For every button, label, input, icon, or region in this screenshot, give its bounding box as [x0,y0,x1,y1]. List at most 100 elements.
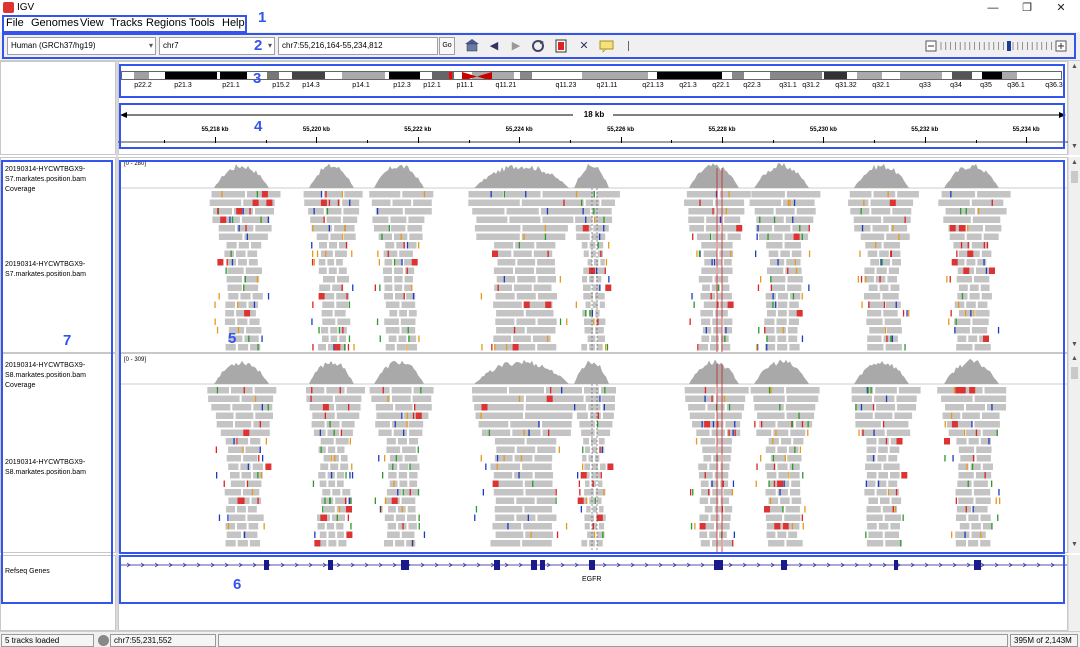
aligned-read[interactable] [976,455,991,462]
aligned-read[interactable] [375,421,390,428]
aligned-read[interactable] [596,344,603,351]
aligned-read[interactable] [338,540,347,547]
aligned-read[interactable] [537,318,557,326]
aligned-read[interactable] [583,250,589,258]
aligned-read[interactable] [710,514,720,522]
aligned-read[interactable] [304,199,322,207]
aligned-read[interactable] [716,523,730,530]
aligned-read[interactable] [494,242,514,249]
aligned-read[interactable] [684,387,716,394]
aligned-read[interactable] [958,250,969,258]
aligned-read[interactable] [966,301,976,309]
aligned-read[interactable] [581,429,595,437]
ideogram-band[interactable] [882,72,900,79]
aligned-read[interactable] [344,191,363,198]
aligned-read[interactable] [235,421,252,428]
aligned-read[interactable] [888,267,899,275]
aligned-read[interactable] [371,395,390,403]
aligned-read[interactable] [868,497,878,505]
ideogram-band[interactable] [744,72,770,79]
aligned-read[interactable] [972,318,989,326]
scroll-down-icon[interactable]: ▼ [1069,341,1080,351]
aligned-read[interactable] [855,412,873,420]
aligned-read[interactable] [973,489,991,496]
aligned-read[interactable] [784,514,801,522]
aligned-read[interactable] [777,489,788,496]
coverage-peak[interactable] [754,359,809,384]
aligned-read[interactable] [965,429,981,437]
aligned-read[interactable] [241,472,252,479]
aligned-read[interactable] [537,446,556,454]
aligned-read[interactable] [505,191,541,198]
aligned-read[interactable] [387,531,400,539]
aligned-read[interactable] [321,497,334,505]
aligned-read[interactable] [756,429,772,437]
ideogram-band[interactable] [582,72,648,79]
aligned-read[interactable] [866,472,877,479]
aligned-read[interactable] [685,395,715,403]
aligned-read[interactable] [337,276,349,283]
aligned-read[interactable] [391,421,407,428]
aligned-read[interactable] [235,250,246,258]
aligned-read[interactable] [701,267,716,275]
bam-track-name-s7[interactable]: 20190314-HYCWTBGX9-S7.markates.position.… [5,260,115,280]
menu-genomes[interactable]: Genomes [31,17,79,29]
aligned-read[interactable] [584,523,590,530]
aligned-read[interactable] [328,540,337,547]
aligned-read[interactable] [226,531,241,539]
aligned-read[interactable] [722,455,731,462]
aligned-read[interactable] [888,480,898,488]
aligned-read[interactable] [701,318,711,326]
aligned-read[interactable] [786,395,819,403]
aligned-read[interactable] [868,531,883,539]
aligned-read[interactable] [320,250,333,258]
aligned-read[interactable] [723,318,733,326]
aligned-read[interactable] [226,506,235,513]
aligned-read[interactable] [601,395,615,403]
aligned-read[interactable] [756,216,784,224]
aligned-read[interactable] [496,446,515,454]
aligned-read[interactable] [386,446,401,454]
aligned-read[interactable] [688,208,716,215]
coverage-peak[interactable] [374,360,424,384]
aligned-read[interactable] [582,455,587,462]
aligned-read[interactable] [581,344,588,351]
ideogram-band[interactable] [952,72,972,79]
aligned-read[interactable] [478,421,509,428]
aligned-read[interactable] [776,318,787,326]
aligned-read[interactable] [751,191,785,198]
aligned-read[interactable] [790,472,800,479]
aligned-read[interactable] [597,335,605,343]
menu-file[interactable]: File [6,17,24,29]
aligned-read[interactable] [237,438,249,445]
aligned-read[interactable] [326,421,340,428]
aligned-read[interactable] [396,344,406,351]
aligned-read[interactable] [327,446,336,454]
coverage-peak[interactable] [214,360,269,384]
aligned-read[interactable] [719,531,727,539]
genome-dropdown[interactable]: Human (GRCh37/hg19) ▾ [7,37,156,55]
aligned-read[interactable] [310,216,325,224]
aligned-read[interactable] [890,523,900,530]
aligned-read[interactable] [330,335,338,343]
aligned-read[interactable] [721,344,731,351]
aligned-read[interactable] [533,284,552,292]
aligned-read[interactable] [714,506,723,513]
aligned-read[interactable] [407,242,417,249]
aligned-read[interactable] [241,216,270,224]
aligned-read[interactable] [787,276,803,283]
aligned-read[interactable] [247,250,258,258]
aligned-read[interactable] [340,463,349,471]
scroll-up-icon[interactable]: ▲ [1069,355,1080,365]
aligned-read[interactable] [336,259,343,266]
aligned-read[interactable] [472,395,524,403]
aligned-read[interactable] [323,506,335,513]
aligned-read[interactable] [958,497,974,505]
aligned-read[interactable] [851,395,872,403]
aligned-read[interactable] [496,276,516,283]
aligned-read[interactable] [866,540,884,547]
aligned-read[interactable] [537,293,557,300]
aligned-read[interactable] [476,216,508,224]
aligned-read[interactable] [704,506,713,513]
aligned-read[interactable] [494,438,525,445]
